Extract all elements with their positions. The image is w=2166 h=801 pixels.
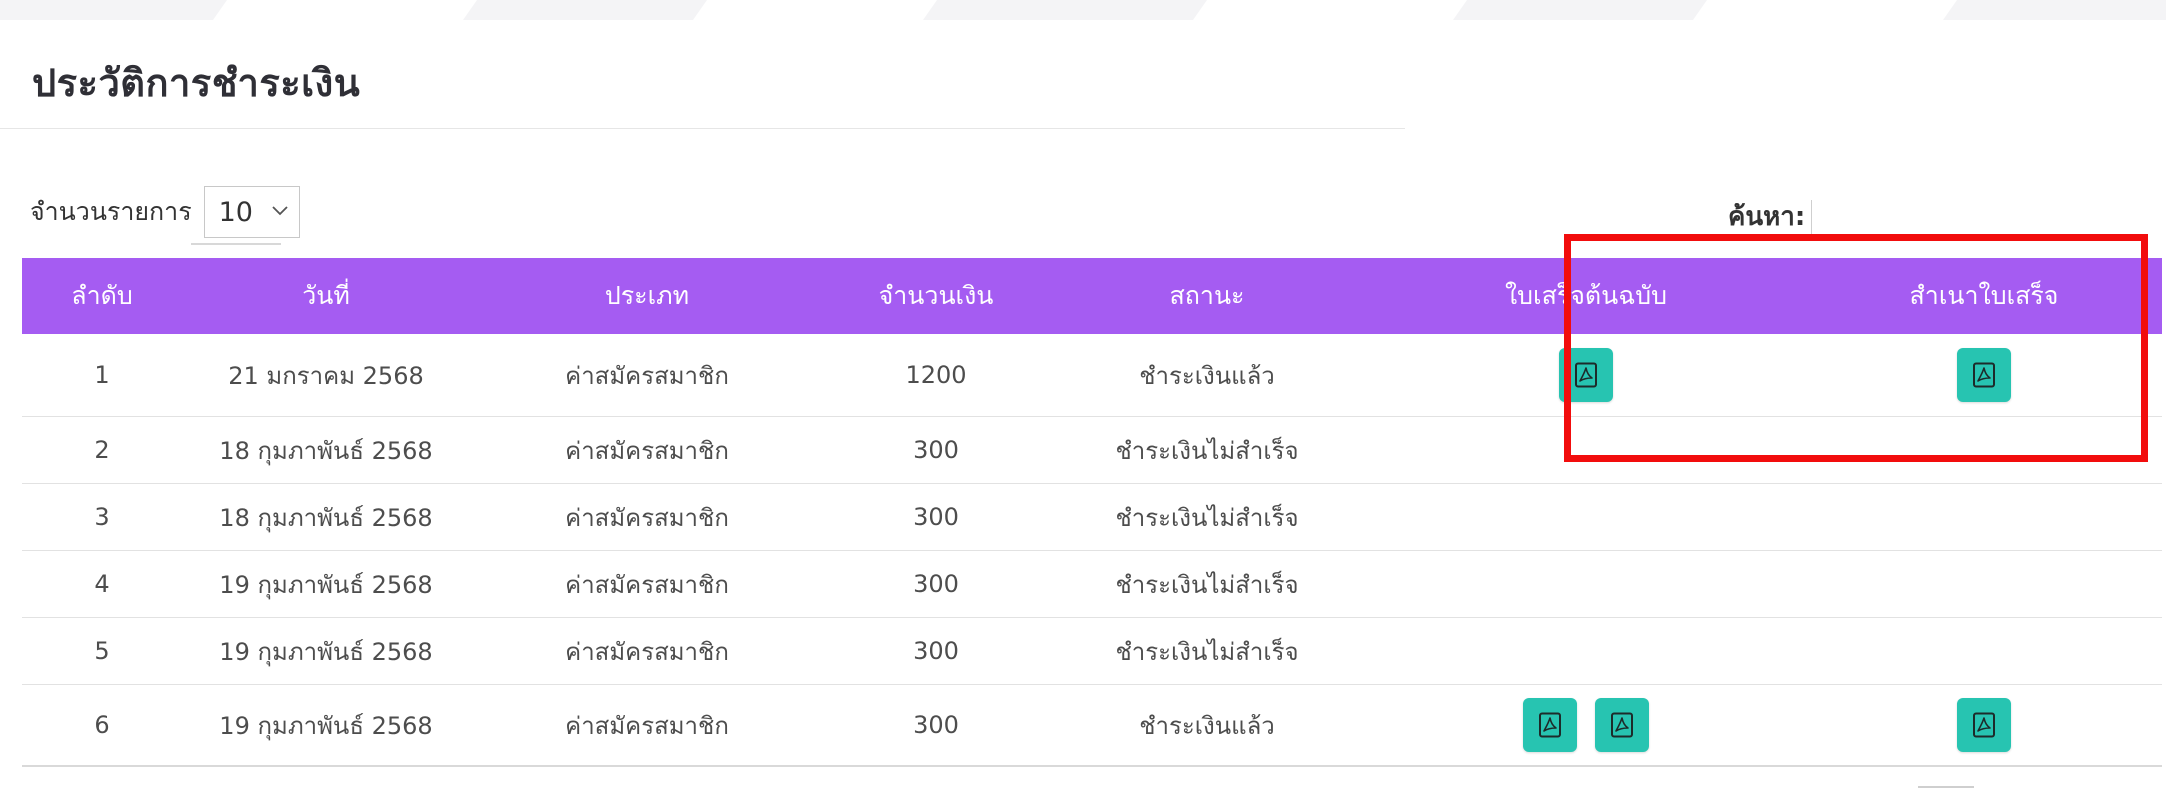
original-receipt-pdf-button[interactable] <box>1559 348 1613 402</box>
payment-amount-cell: 300 <box>824 483 1048 551</box>
payment-history-table: ลำดับ วันที่ ประเภท จำนวนเงิน สถานะ ใบเส… <box>22 258 2162 767</box>
column-header-type[interactable]: ประเภท <box>470 258 824 334</box>
original-receipt-cell <box>1366 483 1806 551</box>
payment-date-cell: 19 กุมภาพันธ์ 2568 <box>182 684 470 767</box>
original-receipt-cell <box>1366 684 1806 767</box>
payment-status-cell: ชำระเงินไม่สำเร็จ <box>1048 550 1366 618</box>
table-row: 5 19 กุมภาพันธ์ 2568 ค่าสมัครสมาชิก 300 ชำระ… <box>22 617 2162 685</box>
column-header-no[interactable]: ลำดับ <box>22 258 182 334</box>
original-receipt-cell <box>1366 617 1806 685</box>
payment-amount-cell: 300 <box>824 550 1048 618</box>
chevron-down-icon <box>271 201 289 222</box>
payment-date-cell: 19 กุมภาพันธ์ 2568 <box>182 617 470 685</box>
top-banner <box>0 0 2166 20</box>
payment-date-cell: 18 กุมภาพันธ์ 2568 <box>182 483 470 551</box>
original-receipt-pdf-button[interactable] <box>1595 698 1649 752</box>
page-title: ประวัติการชำระเงิน <box>32 61 361 105</box>
row-number-cell: 4 <box>22 550 182 618</box>
column-header-receipt-copy[interactable]: สำเนาใบเสร็จ <box>1806 258 2162 334</box>
column-header-original-receipt[interactable]: ใบเสร็จต้นฉบับ <box>1366 258 1806 334</box>
table-row: 3 18 กุมภาพันธ์ 2568 ค่าสมัครสมาชิก 300 ชำระ… <box>22 483 2162 551</box>
receipt-copy-cell <box>1806 416 2162 484</box>
payment-type-cell: ค่าสมัครสมาชิก <box>470 684 824 767</box>
row-number-cell: 3 <box>22 483 182 551</box>
payment-amount-cell: 300 <box>824 416 1048 484</box>
receipt-copy-cell <box>1806 483 2162 551</box>
page-length-value: 10 <box>218 196 253 228</box>
payment-status-cell: ชำระเงินแล้ว <box>1048 684 1366 767</box>
select-underline <box>190 243 281 245</box>
row-number-cell: 6 <box>22 684 182 767</box>
pdf-file-icon <box>1972 362 1996 388</box>
payment-type-cell: ค่าสมัครสมาชิก <box>470 550 824 618</box>
payment-date-cell: 19 กุมภาพันธ์ 2568 <box>182 550 470 618</box>
payment-status-cell: ชำระเงินไม่สำเร็จ <box>1048 416 1366 484</box>
table-row: 6 19 กุมภาพันธ์ 2568 ค่าสมัครสมาชิก 300 ชำระ… <box>22 684 2162 767</box>
receipt-copy-cell <box>1806 550 2162 618</box>
table-row: 4 19 กุมภาพันธ์ 2568 ค่าสมัครสมาชิก 300 ชำระ… <box>22 550 2162 618</box>
pdf-file-icon <box>1538 712 1562 738</box>
page-length-control: จำนวนรายการ 10 <box>30 182 300 245</box>
payment-type-cell: ค่าสมัครสมาชิก <box>470 617 824 685</box>
page-length-select[interactable]: 10 <box>190 186 300 245</box>
title-divider <box>0 128 1405 129</box>
receipt-copy-cell <box>1806 684 2162 767</box>
original-receipt-cell <box>1366 550 1806 618</box>
payment-amount-cell: 1200 <box>824 334 1048 417</box>
column-header-status[interactable]: สถานะ <box>1048 258 1366 334</box>
original-receipt-cell <box>1366 334 1806 417</box>
receipt-copy-pdf-button[interactable] <box>1957 698 2011 752</box>
original-receipt-cell <box>1366 416 1806 484</box>
search-input[interactable] <box>1811 199 1813 234</box>
pagination-stub <box>1918 786 1974 788</box>
table-header-row: ลำดับ วันที่ ประเภท จำนวนเงิน สถานะ ใบเส… <box>22 258 2162 334</box>
payment-amount-cell: 300 <box>824 684 1048 767</box>
column-header-date[interactable]: วันที่ <box>182 258 470 334</box>
payment-type-cell: ค่าสมัครสมาชิก <box>470 483 824 551</box>
payment-status-cell: ชำระเงินแล้ว <box>1048 334 1366 417</box>
payment-status-cell: ชำระเงินไม่สำเร็จ <box>1048 617 1366 685</box>
receipt-copy-cell <box>1806 617 2162 685</box>
pdf-file-icon <box>1574 362 1598 388</box>
payment-type-cell: ค่าสมัครสมาชิก <box>470 416 824 484</box>
payment-status-cell: ชำระเงินไม่สำเร็จ <box>1048 483 1366 551</box>
pdf-file-icon <box>1610 712 1634 738</box>
table-row: 2 18 กุมภาพันธ์ 2568 ค่าสมัครสมาชิก 300 ชำระ… <box>22 416 2162 484</box>
table-body: 1 21 มกราคม 2568 ค่าสมัครสมาชิก 1200 ชำระเงิ… <box>22 334 2162 767</box>
row-number-cell: 5 <box>22 617 182 685</box>
receipt-copy-pdf-button[interactable] <box>1957 348 2011 402</box>
search-control: ค้นหา: <box>1728 196 1813 237</box>
row-number-cell: 1 <box>22 334 182 417</box>
payment-date-cell: 21 มกราคม 2568 <box>182 334 470 417</box>
payment-type-cell: ค่าสมัครสมาชิก <box>470 334 824 417</box>
payment-date-cell: 18 กุมภาพันธ์ 2568 <box>182 416 470 484</box>
search-label: ค้นหา: <box>1728 202 1806 232</box>
table-row: 1 21 มกราคม 2568 ค่าสมัครสมาชิก 1200 ชำระเงิ… <box>22 334 2162 417</box>
original-receipt-pdf-button[interactable] <box>1523 698 1577 752</box>
payment-amount-cell: 300 <box>824 617 1048 685</box>
page-length-label: จำนวนรายการ <box>30 197 192 226</box>
row-number-cell: 2 <box>22 416 182 484</box>
pdf-file-icon <box>1972 712 1996 738</box>
receipt-copy-cell <box>1806 334 2162 417</box>
column-header-amount[interactable]: จำนวนเงิน <box>824 258 1048 334</box>
